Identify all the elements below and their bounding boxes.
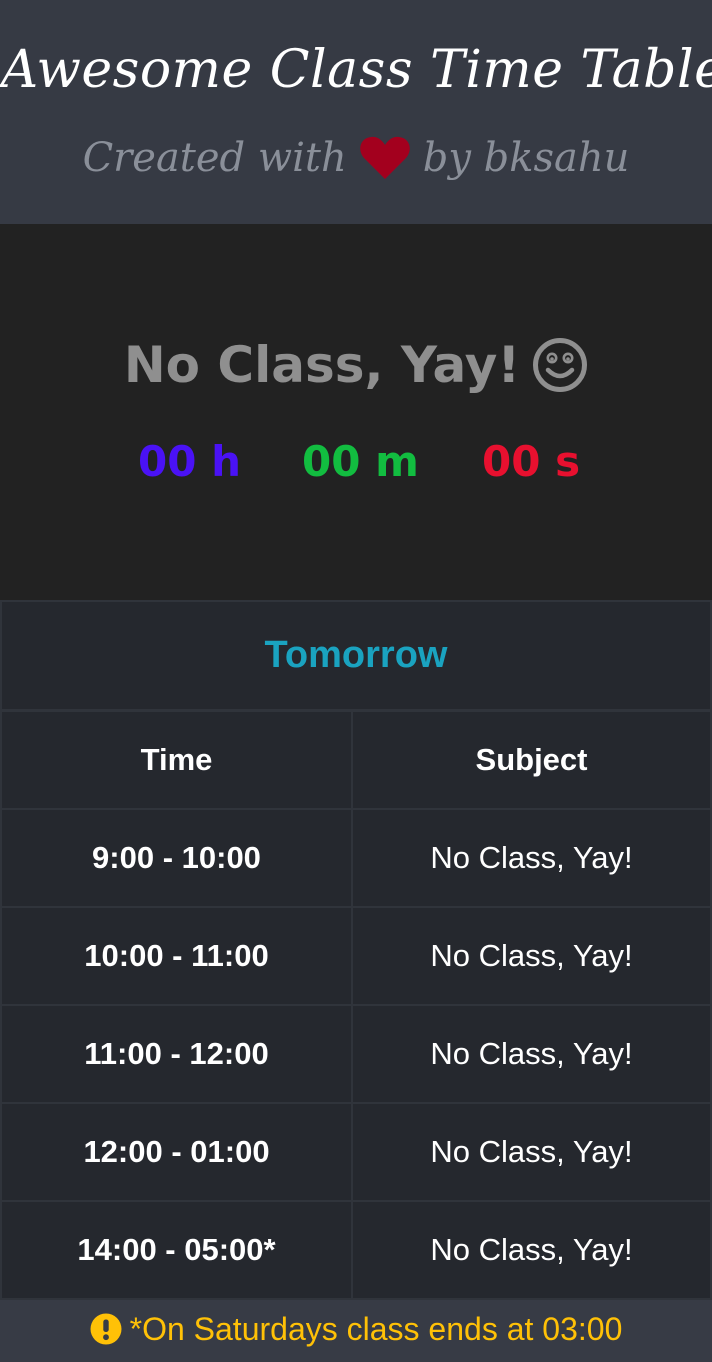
- timetable: Tomorrow Time Subject 9:00 - 10:00 No Cl…: [0, 600, 712, 1300]
- countdown-minutes: 00 m: [302, 437, 419, 486]
- title-row: Awesome Class Time Table: [0, 28, 712, 112]
- footer-note-row: *On Saturdays class ends at 03:00: [0, 1296, 712, 1362]
- subject-cell: No Class, Yay!: [353, 1104, 712, 1200]
- subject-cell: No Class, Yay!: [353, 1006, 712, 1102]
- column-header-subject: Subject: [353, 712, 712, 808]
- column-header-time: Time: [0, 712, 353, 808]
- subject-cell: No Class, Yay!: [353, 1202, 712, 1298]
- day-header: Tomorrow: [0, 600, 712, 712]
- footer-note: *On Saturdays class ends at 03:00: [129, 1310, 623, 1347]
- exclamation-circle-icon: [90, 1313, 122, 1345]
- time-cell: 11:00 - 12:00: [0, 1006, 353, 1102]
- table-row: 12:00 - 01:00 No Class, Yay!: [0, 1104, 712, 1202]
- day-label: Tomorrow: [264, 634, 448, 676]
- table-row: 11:00 - 12:00 No Class, Yay!: [0, 1006, 712, 1104]
- subject-cell: No Class, Yay!: [353, 908, 712, 1004]
- heart-icon: [359, 136, 410, 179]
- status-panel: No Class, Yay! 00 h 00 m 00 s: [0, 224, 712, 600]
- app-title: Awesome Class Time Table: [0, 40, 712, 100]
- time-cell: 14:00 - 05:00*: [0, 1202, 353, 1298]
- table-row: 9:00 - 10:00 No Class, Yay!: [0, 810, 712, 908]
- time-cell: 10:00 - 11:00: [0, 908, 353, 1004]
- table-header-row: Time Subject: [0, 712, 712, 810]
- credit-suffix: by bksahu: [422, 135, 630, 181]
- time-cell: 12:00 - 01:00: [0, 1104, 353, 1200]
- countdown-hours: 00 h: [138, 437, 241, 486]
- status-row: No Class, Yay!: [0, 332, 712, 398]
- subject-cell: No Class, Yay!: [353, 810, 712, 906]
- time-cell: 9:00 - 10:00: [0, 810, 353, 906]
- smile-icon: [533, 338, 588, 392]
- status-message: No Class, Yay!: [123, 336, 521, 394]
- page-header: Awesome Class Time Table Created with by…: [0, 0, 712, 224]
- credit-prefix: Created with: [82, 135, 347, 181]
- table-row: 14:00 - 05:00* No Class, Yay!: [0, 1202, 712, 1300]
- credit-line: Created with by bksahu: [0, 126, 712, 190]
- table-row: 10:00 - 11:00 No Class, Yay!: [0, 908, 712, 1006]
- countdown-seconds: 00 s: [482, 437, 581, 486]
